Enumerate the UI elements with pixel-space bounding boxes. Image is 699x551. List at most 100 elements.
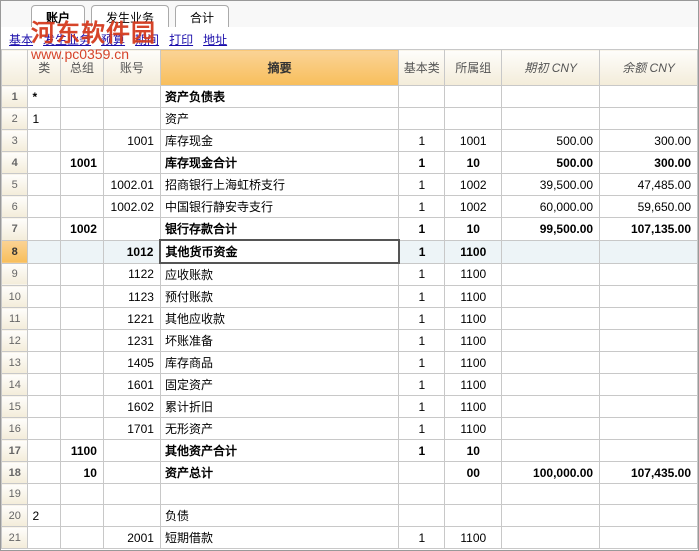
cell-lei[interactable]: [28, 330, 61, 352]
cell-yue[interactable]: [600, 484, 698, 505]
table-row[interactable]: 51002.01招商银行上海虹桥支行1100239,500.0047,485.0…: [2, 174, 698, 196]
table-row[interactable]: 71002银行存款合计11099,500.00107,135.00: [2, 218, 698, 241]
cell-summary[interactable]: 其他资产合计: [160, 440, 398, 462]
cell-summary[interactable]: 应收账款: [160, 263, 398, 286]
tab-accounts[interactable]: 账户: [31, 5, 85, 27]
cell-zongzu[interactable]: [61, 240, 104, 263]
cell-jiben[interactable]: 1: [399, 196, 445, 218]
table-row[interactable]: 212001短期借款11100: [2, 527, 698, 549]
cell-yue[interactable]: [600, 86, 698, 108]
row-number[interactable]: 8: [2, 240, 28, 263]
cell-suoshu[interactable]: 1100: [445, 263, 502, 286]
cell-jiben[interactable]: [399, 462, 445, 484]
cell-lei[interactable]: 2: [28, 505, 61, 527]
row-number[interactable]: 19: [2, 484, 28, 505]
cell-qichu[interactable]: 99,500.00: [502, 218, 600, 241]
cell-zhanghao[interactable]: 1701: [103, 418, 160, 440]
cell-suoshu[interactable]: 1001: [445, 130, 502, 152]
header-corner[interactable]: [2, 50, 28, 86]
cell-zhanghao[interactable]: [103, 218, 160, 241]
cell-jiben[interactable]: 1: [399, 330, 445, 352]
cell-summary[interactable]: 库存现金合计: [160, 152, 398, 174]
header-class[interactable]: 类: [28, 50, 61, 86]
cell-suoshu[interactable]: 10: [445, 440, 502, 462]
cell-zongzu[interactable]: 1100: [61, 440, 104, 462]
cell-qichu[interactable]: [502, 286, 600, 308]
header-balance-cny[interactable]: 余额 CNY: [600, 50, 698, 86]
cell-summary[interactable]: 银行存款合计: [160, 218, 398, 241]
cell-lei[interactable]: [28, 484, 61, 505]
link-basic[interactable]: 基本: [9, 31, 33, 45]
cell-jiben[interactable]: [399, 86, 445, 108]
row-number[interactable]: 11: [2, 308, 28, 330]
cell-summary[interactable]: 资产: [160, 108, 398, 130]
cell-summary[interactable]: 无形资产: [160, 418, 398, 440]
row-number[interactable]: 20: [2, 505, 28, 527]
cell-jiben[interactable]: 1: [399, 440, 445, 462]
cell-suoshu[interactable]: [445, 108, 502, 130]
cell-yue[interactable]: 107,435.00: [600, 462, 698, 484]
cell-suoshu[interactable]: 1100: [445, 330, 502, 352]
table-row[interactable]: 141601固定资产11100: [2, 374, 698, 396]
cell-suoshu[interactable]: 1002: [445, 174, 502, 196]
cell-suoshu[interactable]: [445, 484, 502, 505]
cell-qichu[interactable]: 60,000.00: [502, 196, 600, 218]
cell-yue[interactable]: [600, 263, 698, 286]
cell-zongzu[interactable]: [61, 263, 104, 286]
cell-summary[interactable]: 库存现金: [160, 130, 398, 152]
cell-zongzu[interactable]: [61, 396, 104, 418]
cell-yue[interactable]: [600, 352, 698, 374]
row-number[interactable]: 21: [2, 527, 28, 549]
cell-lei[interactable]: [28, 396, 61, 418]
cell-zhanghao[interactable]: 1002.01: [103, 174, 160, 196]
row-number[interactable]: 17: [2, 440, 28, 462]
cell-yue[interactable]: [600, 286, 698, 308]
header-belong-group[interactable]: 所属组: [445, 50, 502, 86]
cell-suoshu[interactable]: 1100: [445, 396, 502, 418]
cell-jiben[interactable]: 1: [399, 418, 445, 440]
cell-qichu[interactable]: [502, 108, 600, 130]
cell-jiben[interactable]: 1: [399, 152, 445, 174]
link-address[interactable]: 地址: [203, 31, 227, 45]
cell-suoshu[interactable]: 1100: [445, 240, 502, 263]
cell-zhanghao[interactable]: [103, 484, 160, 505]
tab-total[interactable]: 合计: [175, 5, 229, 27]
cell-yue[interactable]: 107,135.00: [600, 218, 698, 241]
header-account-no[interactable]: 账号: [103, 50, 160, 86]
cell-summary[interactable]: 资产负债表: [160, 86, 398, 108]
cell-qichu[interactable]: [502, 86, 600, 108]
cell-qichu[interactable]: [502, 527, 600, 549]
cell-lei[interactable]: [28, 374, 61, 396]
cell-zhanghao[interactable]: 1002.02: [103, 196, 160, 218]
cell-jiben[interactable]: 1: [399, 352, 445, 374]
cell-qichu[interactable]: [502, 330, 600, 352]
cell-qichu[interactable]: 39,500.00: [502, 174, 600, 196]
row-number[interactable]: 4: [2, 152, 28, 174]
table-row[interactable]: 31001库存现金11001500.00300.00: [2, 130, 698, 152]
cell-zongzu[interactable]: 1001: [61, 152, 104, 174]
cell-zhanghao[interactable]: 1123: [103, 286, 160, 308]
cell-jiben[interactable]: 1: [399, 240, 445, 263]
cell-yue[interactable]: [600, 527, 698, 549]
cell-summary[interactable]: 短期借款: [160, 527, 398, 549]
cell-suoshu[interactable]: 1100: [445, 527, 502, 549]
cell-suoshu[interactable]: [445, 86, 502, 108]
cell-yue[interactable]: 59,650.00: [600, 196, 698, 218]
cell-lei[interactable]: [28, 308, 61, 330]
cell-qichu[interactable]: [502, 308, 600, 330]
cell-qichu[interactable]: 100,000.00: [502, 462, 600, 484]
cell-suoshu[interactable]: 1100: [445, 418, 502, 440]
row-number[interactable]: 1: [2, 86, 28, 108]
cell-zongzu[interactable]: 10: [61, 462, 104, 484]
row-number[interactable]: 16: [2, 418, 28, 440]
cell-summary[interactable]: [160, 484, 398, 505]
cell-jiben[interactable]: 1: [399, 308, 445, 330]
cell-qichu[interactable]: [502, 240, 600, 263]
cell-lei[interactable]: [28, 418, 61, 440]
cell-summary[interactable]: 坏账准备: [160, 330, 398, 352]
cell-zongzu[interactable]: [61, 286, 104, 308]
cell-qichu[interactable]: [502, 418, 600, 440]
row-number[interactable]: 3: [2, 130, 28, 152]
cell-zhanghao[interactable]: 1122: [103, 263, 160, 286]
table-row[interactable]: 81012其他货币资金11100: [2, 240, 698, 263]
